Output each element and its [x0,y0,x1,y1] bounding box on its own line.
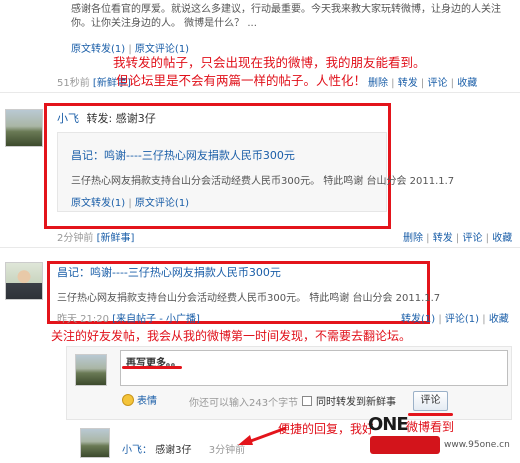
smiley-icon [122,393,134,406]
annotation-reply-a: 便捷的回复，我好 [278,422,375,436]
char-counter: 你还可以输入243个字节 [189,398,299,409]
quoted-repost-original[interactable]: 原文转发(1) [71,198,125,209]
post-meta: 昨天 21:20 [来自帖子 - 小广播] [57,310,200,325]
post-source[interactable]: [来自帖子 - 小广播] [112,314,200,325]
repost-option[interactable]: 同时转发到新鲜事 [302,393,396,408]
post-time: 昨天 21:20 [57,314,109,325]
comment-link[interactable]: 评论 [462,233,482,244]
submit-comment-button[interactable]: 评论 [413,391,448,411]
avatar[interactable] [5,262,43,300]
favorite-link[interactable]: 收藏 [489,314,509,325]
annotation-repost-line2: 但论坛里是不会有两篇一样的帖子。人性化！ [116,73,367,88]
reply-text: 感谢3仔 [155,445,192,456]
reply-time: 3分钟前 [208,445,246,456]
reply-line: 小飞： 感谢3仔 3分钟前 [122,441,245,456]
avatar[interactable] [80,428,110,458]
watermark-ribbon [370,436,440,454]
quoted-post-body: 三仔热心网友捐款支持台山分会活动经费人民币300元。 特此鸣谢 台山分会 201… [71,176,455,187]
emoji-button[interactable]: 表情 [122,392,157,407]
delete-link[interactable]: 删除 [403,233,423,244]
top-post-line2: 你。让你关注身边的人。 微博是什么？ ... [71,18,257,29]
repost-link[interactable]: 转发(1) [401,314,435,325]
repost-meta: 2分钟前 [新鲜事] [57,229,134,244]
repost-source[interactable]: [新鲜事] [97,233,135,244]
avatar [75,354,107,386]
comment-link[interactable]: 评论(1) [445,314,479,325]
repost-link[interactable]: 转发 [433,233,453,244]
top-post-actions: 原文转发(1) | 原文评论(1) [71,40,189,55]
repost-option-label: 同时转发到新鲜事 [316,397,396,408]
favorite-link[interactable]: 收藏 [457,78,477,89]
annotation-reply-b: 微博看到 [406,420,455,434]
watermark-one-logo: ONE [368,414,409,435]
annotation-repost-note: 我转发的帖子，只会出现在我的微博，我的朋友能看到。 但论坛里是不会有两篇一样的帖… [113,54,426,90]
repost-right-actions: 删除 | 转发 | 评论 | 收藏 [403,233,513,244]
post-right-actions: 转发(1) | 评论(1) | 收藏 [401,314,509,325]
comment-link[interactable]: 评论 [427,78,447,89]
divider [0,247,520,248]
repost-prefix: 转发: [86,112,113,125]
comment-underline [122,366,182,369]
post-title[interactable]: 昌记：鸣谢----三仔热心网友捐款人民币300元 [57,264,281,280]
quoted-post-title[interactable]: 昌记：鸣谢----三仔热心网友捐款人民币300元 [71,147,295,163]
annotation-follow-note: 关注的好友发帖，我会从我的微博第一时间发现，不需要去翻论坛。 [51,329,412,343]
favorite-link[interactable]: 收藏 [492,233,512,244]
repost-user[interactable]: 小飞 [57,112,79,125]
annotation-reply-note: 便捷的回复，我好 [278,420,374,437]
repost-text: 感谢3仔 [115,112,156,125]
watermark-logo: ONE 微博看到 www.95one.cn [368,412,510,458]
reply-user[interactable]: 小飞： [122,445,152,456]
annotation-repost-line1: 我转发的帖子，只会出现在我的微博，我的朋友能看到。 [113,55,426,70]
emoji-label: 表情 [137,396,157,407]
avatar[interactable] [5,109,43,147]
repost-header: 小飞 转发: 感谢3仔 [57,110,156,126]
repost-checkbox[interactable] [302,395,312,406]
top-post-body: 感谢各位看官的厚爱。就说这么多建议，行动最重要。今天我来教大家玩转微博，让身边的… [71,3,511,31]
post-body: 三仔热心网友捐款支持台山分会活动经费人民币300元。 特此鸣谢 台山分会 201… [57,293,441,304]
top-post-time: 51秒前 [57,78,90,89]
divider [0,92,520,93]
watermark-url: www.95one.cn [444,440,510,450]
quoted-comment-original[interactable]: 原文评论(1) [135,198,189,209]
quoted-post-actions: 原文转发(1) | 原文评论(1) [71,198,190,209]
top-post-line1: 感谢各位看官的厚爱。就说这么多建议，行动最重要。今天我来教大家玩转微博，让身边的… [71,4,501,15]
repost-time: 2分钟前 [57,233,94,244]
